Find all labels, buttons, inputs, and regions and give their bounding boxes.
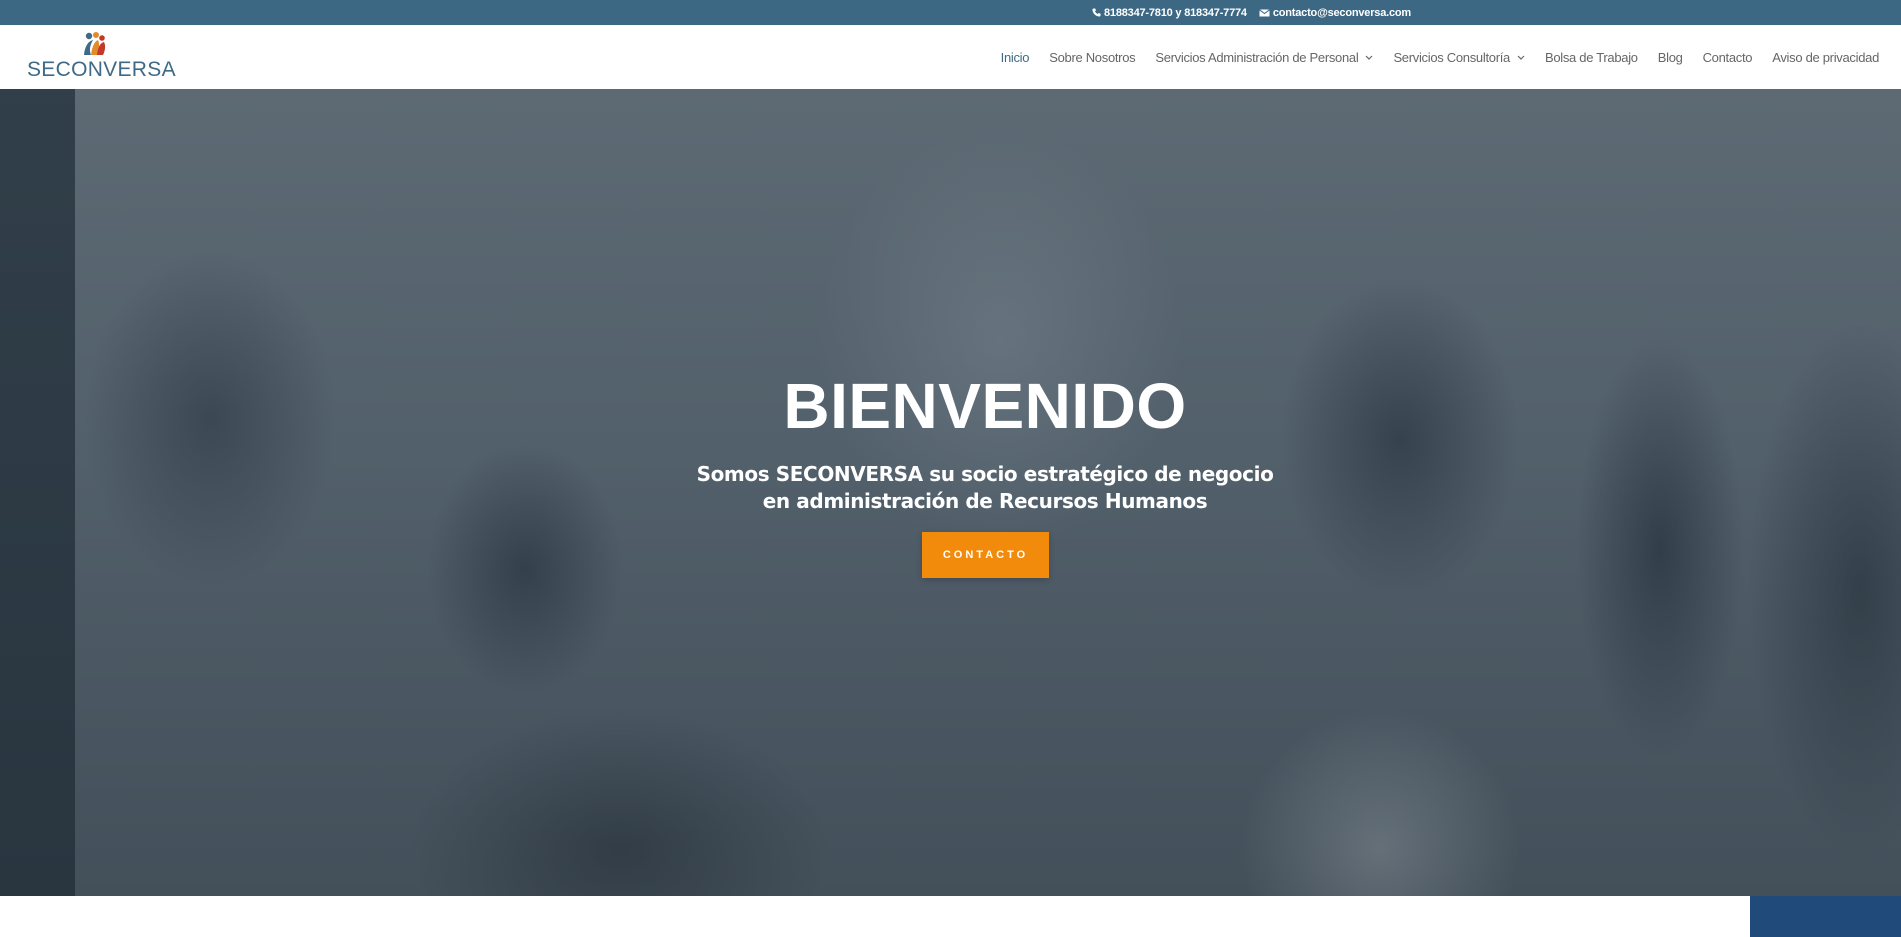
hero-section: BIENVENIDO Somos SECONVERSA su socio est… [0, 89, 1901, 896]
nav-label: Servicios Administración de Personal [1155, 49, 1359, 65]
nav-item-sobre-nosotros[interactable]: Sobre Nosotros [1049, 50, 1135, 65]
brand-name: SECONVERSA [27, 58, 176, 81]
envelope-icon [1259, 8, 1270, 17]
hero-subtitle-line-1: Somos SECONVERSA su socio estratégico de… [696, 462, 1274, 486]
contacto-button[interactable]: CONTACTO [922, 532, 1049, 578]
hero-subtitle-line-2: en administración de Recursos Humanos [762, 489, 1208, 513]
email-link: contacto@seconversa.com [1272, 6, 1412, 19]
chevron-down-icon [1517, 55, 1525, 60]
nav-item-contacto[interactable]: Contacto [1703, 50, 1753, 65]
phone-contact[interactable]: 8188347-7810 y 818347-7774 [1092, 7, 1247, 19]
nav-label: Aviso de privacidad [1772, 49, 1879, 65]
nav-label: Blog [1657, 49, 1683, 65]
nav-label: Bolsa de Trabajo [1544, 49, 1638, 65]
nav-item-bolsa-de-trabajo[interactable]: Bolsa de Trabajo [1545, 50, 1638, 65]
nav-label: Servicios Consultoría [1393, 49, 1510, 65]
phone-text: 8188347-7810 y 818347-7774 [1104, 6, 1247, 19]
nav-item-servicios-consultoria[interactable]: Servicios Consultoría [1393, 50, 1525, 65]
email-contact[interactable]: contacto@seconversa.com [1259, 7, 1411, 19]
nav-label: Sobre Nosotros [1049, 49, 1136, 65]
nav-item-servicios-administracion[interactable]: Servicios Administración de Personal [1155, 50, 1373, 65]
nav-item-inicio[interactable]: Inicio [1001, 50, 1030, 65]
hero-title: BIENVENIDO [783, 370, 1187, 442]
nav-item-blog[interactable]: Blog [1658, 50, 1683, 65]
nav-label: Contacto [1702, 49, 1753, 65]
phone-icon [1092, 8, 1101, 17]
site-logo[interactable]: SECONVERSA [27, 31, 176, 83]
contact-info: 8188347-7810 y 818347-7774 contacto@seco… [1092, 0, 1411, 25]
main-navigation: Inicio Sobre Nosotros Servicios Administ… [1001, 25, 1880, 89]
hero-subtitle: Somos SECONVERSA su socio estratégico de… [0, 461, 1901, 515]
bottom-corner-block [1750, 896, 1901, 937]
nav-label: Inicio [1000, 49, 1030, 65]
top-contact-bar: 8188347-7810 y 818347-7774 contacto@seco… [0, 0, 1901, 25]
site-header: SECONVERSA Inicio Sobre Nosotros Servici… [0, 25, 1901, 89]
nav-item-aviso-de-privacidad[interactable]: Aviso de privacidad [1772, 50, 1879, 65]
chevron-down-icon [1365, 55, 1373, 60]
